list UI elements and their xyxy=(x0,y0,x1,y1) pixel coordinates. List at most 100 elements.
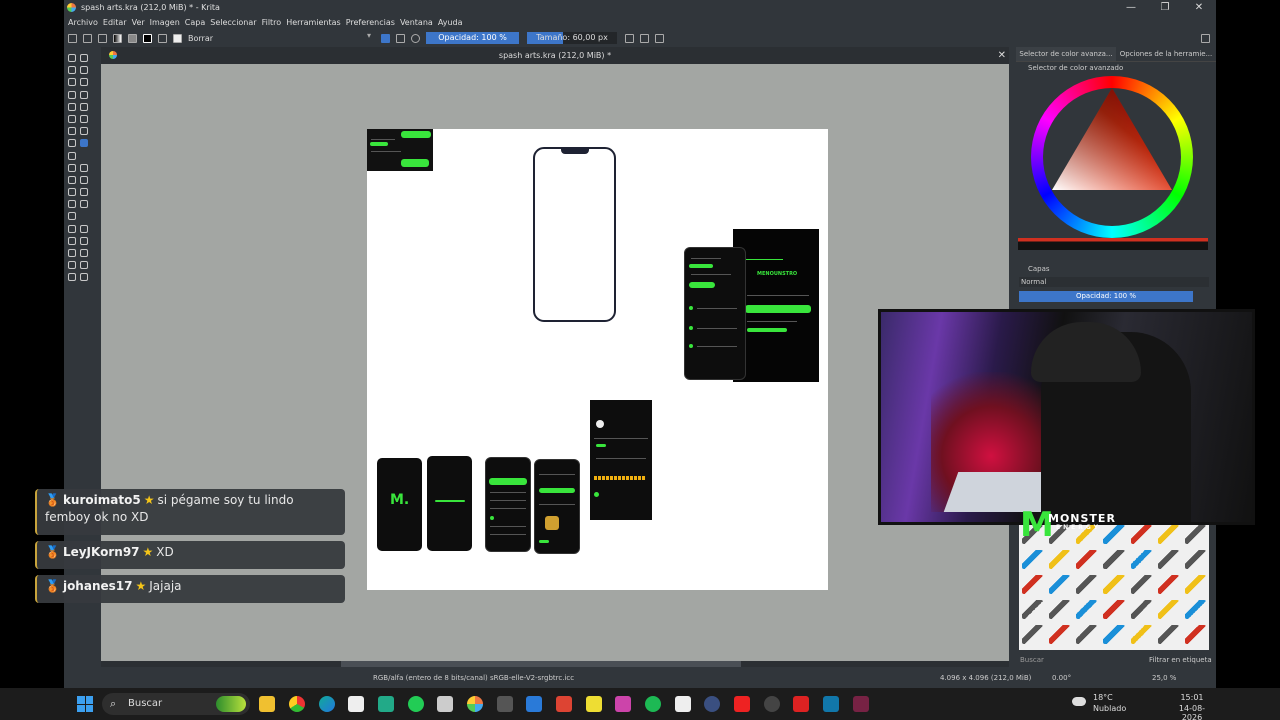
brush-preset[interactable] xyxy=(1184,625,1206,644)
brush-preset[interactable] xyxy=(1049,625,1071,644)
brush-preset[interactable] xyxy=(1076,550,1098,569)
spotify-icon[interactable] xyxy=(645,696,661,712)
brush-preset[interactable] xyxy=(1049,600,1071,619)
chrome-icon[interactable] xyxy=(289,696,305,712)
capcut-icon[interactable] xyxy=(675,696,691,712)
colorize-mask-tool-icon[interactable] xyxy=(68,175,76,184)
brush-preset[interactable] xyxy=(1022,575,1044,594)
store-icon[interactable] xyxy=(348,696,364,712)
tab-tool-options[interactable]: Opciones de la herramie... xyxy=(1116,47,1216,62)
enclose-fill-tool-icon[interactable] xyxy=(80,188,88,197)
menu-herramientas[interactable]: Herramientas xyxy=(286,18,341,27)
layer-opacity-slider[interactable]: Opacidad: 100 % xyxy=(1019,291,1193,302)
similar-select-tool-icon[interactable] xyxy=(80,249,88,257)
brush-preview-icon[interactable] xyxy=(173,33,182,43)
reload-preset-icon[interactable] xyxy=(411,33,421,43)
edge-icon[interactable] xyxy=(319,696,335,712)
unity-icon[interactable] xyxy=(437,696,453,712)
close-button[interactable]: ✕ xyxy=(1182,2,1216,13)
brush-preset[interactable] xyxy=(1130,525,1152,544)
brush-preset[interactable] xyxy=(1103,600,1125,619)
brush-preset[interactable] xyxy=(1076,600,1098,619)
taskbar-clock[interactable]: 15:01 14-08-2026 xyxy=(1172,693,1212,720)
brush-preset[interactable] xyxy=(1130,575,1152,594)
brush-preset[interactable] xyxy=(1184,550,1206,569)
opacity-slider[interactable]: Opacidad: 100 % xyxy=(426,32,520,44)
file-explorer-icon[interactable] xyxy=(259,696,275,712)
minimize-button[interactable]: — xyxy=(1114,2,1148,13)
wrap-around-icon[interactable] xyxy=(655,33,665,43)
size-slider[interactable]: Tamaño: 60,00 px xyxy=(527,32,618,44)
photos-icon[interactable] xyxy=(823,696,839,712)
inkscape-icon[interactable] xyxy=(497,696,513,712)
open-document-icon[interactable] xyxy=(83,33,92,43)
move-tool-icon[interactable] xyxy=(80,139,88,148)
menu-ver[interactable]: Ver xyxy=(132,18,145,27)
brush-preset[interactable] xyxy=(1130,625,1152,644)
menu-editar[interactable]: Editar xyxy=(103,18,127,27)
office-icon[interactable] xyxy=(556,696,572,712)
outline-select-tool-icon[interactable] xyxy=(80,236,88,245)
text-tool-icon[interactable] xyxy=(80,54,88,62)
multibrush-tool-icon[interactable] xyxy=(80,127,88,136)
maximize-button[interactable]: ❐ xyxy=(1148,2,1182,13)
brush-preset[interactable] xyxy=(1184,600,1206,619)
measure-tool-icon[interactable] xyxy=(80,200,88,209)
color-history-bar[interactable] xyxy=(1018,238,1208,250)
krita-taskbar-icon[interactable] xyxy=(467,696,483,712)
reference-tool-icon[interactable] xyxy=(68,212,76,221)
w-app-icon[interactable] xyxy=(853,696,869,712)
brush-preset[interactable] xyxy=(1157,600,1179,619)
gradient-tool-icon[interactable] xyxy=(68,163,76,172)
calligraphy-tool-icon[interactable] xyxy=(80,66,88,75)
preserve-alpha-icon[interactable] xyxy=(396,33,406,43)
crop-tool-icon[interactable] xyxy=(68,139,76,148)
bezier-tool-icon[interactable] xyxy=(68,114,76,123)
layer-blend-mode-select[interactable]: Normal xyxy=(1019,277,1209,287)
menu-imagen[interactable]: Imagen xyxy=(150,18,180,27)
brush-preset[interactable] xyxy=(1157,625,1179,644)
clipchamp-icon[interactable] xyxy=(615,696,631,712)
brush-preset[interactable] xyxy=(1184,575,1206,594)
brush-preset[interactable] xyxy=(1157,525,1179,544)
ellipse-select-tool-icon[interactable] xyxy=(80,224,88,233)
zoom-tool-icon[interactable] xyxy=(68,273,76,282)
menu-filtro[interactable]: Filtro xyxy=(262,18,282,27)
color-sampler-tool-icon[interactable] xyxy=(80,163,88,172)
brush-preset[interactable] xyxy=(1130,550,1152,569)
document-tab[interactable]: spash arts.kra (212,0 MiB) * ✕ xyxy=(101,47,1009,64)
taskbar-search[interactable]: ⌕ Buscar xyxy=(102,693,250,715)
menu-capa[interactable]: Capa xyxy=(185,18,205,27)
new-document-icon[interactable] xyxy=(68,33,77,43)
smart-patch-tool-icon[interactable] xyxy=(80,175,88,184)
brush-preset[interactable] xyxy=(1103,550,1125,569)
4k-video-icon[interactable] xyxy=(704,696,720,712)
menu-archivo[interactable]: Archivo xyxy=(68,18,98,27)
brush-preset[interactable] xyxy=(1157,550,1179,569)
brush-preset[interactable] xyxy=(1076,575,1098,594)
brush-preset[interactable] xyxy=(1049,575,1071,594)
green-app-icon[interactable] xyxy=(408,696,424,712)
brush-preset[interactable] xyxy=(1049,550,1071,569)
transform-tool-icon[interactable] xyxy=(68,151,76,160)
pattern-icon[interactable] xyxy=(128,33,137,43)
brush-preset[interactable] xyxy=(1076,625,1098,644)
panel-toggle-icon[interactable] xyxy=(1201,33,1210,43)
maps-icon[interactable] xyxy=(378,696,394,712)
fill-tool-icon[interactable] xyxy=(68,188,76,197)
pan-tool-icon[interactable] xyxy=(80,273,88,282)
edit-shapes-tool-icon[interactable] xyxy=(68,66,76,75)
brush-preset[interactable] xyxy=(1130,600,1152,619)
brush-preset[interactable] xyxy=(1103,625,1125,644)
assistant-tool-icon[interactable] xyxy=(68,200,76,209)
freehand-brush-tool-icon[interactable] xyxy=(68,78,76,87)
menu-ayuda[interactable]: Ayuda xyxy=(438,18,463,27)
dynamic-brush-tool-icon[interactable] xyxy=(68,127,76,136)
save-document-icon[interactable] xyxy=(98,33,107,43)
color-triangle[interactable] xyxy=(1052,88,1172,194)
gradient-icon[interactable] xyxy=(113,33,122,43)
tiktok-icon[interactable] xyxy=(734,696,750,712)
mirror-horizontal-icon[interactable] xyxy=(625,33,635,43)
freehand-path-tool-icon[interactable] xyxy=(80,114,88,123)
pdf-icon[interactable] xyxy=(793,696,809,712)
